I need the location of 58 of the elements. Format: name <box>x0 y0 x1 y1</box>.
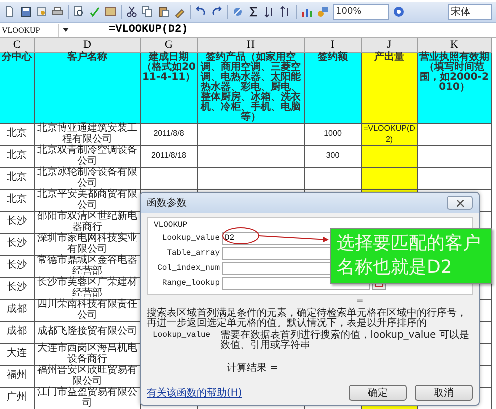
header-cell: 建成日期（格式如2011-4-11） <box>141 53 198 124</box>
header-cell: 分中心 <box>0 53 35 124</box>
header-cell: 签约产品（如家用空调、商用空调、三菱空调、电热水器、太阳能热水器、彩电、厨电、整体厨房、冰箱、洗衣机、冷柜、手机、电脑等） <box>198 53 305 124</box>
header-cell: 产出量 <box>362 53 418 124</box>
table-cell: 2011/8/18 <box>141 146 198 168</box>
table-cell: 深圳市家电网科技实业有限公司 <box>35 234 141 256</box>
table-cell: 长沙 <box>0 256 35 278</box>
ok-button[interactable]: 确定 <box>349 385 407 401</box>
parameter-description: 需要在数据表首列进行搜索的值，lookup_value 可以是数值、引用或字符串 <box>220 331 470 351</box>
parameter-name: Lookup_value <box>153 331 211 340</box>
table-cell: 长沙 <box>0 234 35 256</box>
result-label: 计算结果 = <box>227 362 280 375</box>
equals-sign: = <box>356 297 364 307</box>
function-name: VLOOKUP <box>154 221 189 230</box>
field-label: Lookup_value <box>161 234 220 243</box>
table-cell: 长沙 <box>0 278 35 300</box>
table-cell: 2011/8/8 <box>141 124 198 146</box>
table-cell: 大连市西岗区海昌机电设备商行 <box>35 344 141 366</box>
function-description: 搜索表区域首列满足条件的元素，确定待检索单元格在区域中的行序号，再进一步返回选定单元格的值。默认情况下，表是以升序排序的 <box>147 309 468 329</box>
table-cell: 北京 <box>0 190 35 212</box>
dialog-title: 函数参数 <box>147 196 187 210</box>
field-label: Col_index_num <box>156 264 220 273</box>
header-cell: 签约额 <box>305 53 362 124</box>
table-cell: 长沙 <box>0 212 35 234</box>
table-cell: 福州晋安区欣旺贸易有限公司 <box>35 366 141 388</box>
table-cell: =VLOOKUP(D2) <box>362 124 418 146</box>
table-cell: 江门市益盈贸易有限公司 <box>35 388 141 409</box>
formula-text[interactable]: =VLOOKUP(D2) <box>109 24 188 36</box>
column-header[interactable]: G <box>141 38 198 53</box>
table-cell: 北京双青制冷空调设备公司 <box>35 146 141 168</box>
column-header[interactable]: I <box>305 38 362 53</box>
table-cell: 北京 <box>0 124 35 146</box>
field-label: Table_array <box>166 249 220 258</box>
table-cell: 长沙市芙蓉区广荣建材经营部 <box>35 278 141 300</box>
font-dropdown[interactable]: 宋体 <box>448 4 492 20</box>
header-cell: 营业执照有效期（填写时间范围，如2000-2010） <box>418 53 492 124</box>
table-cell: 成都 <box>0 322 35 344</box>
help-link[interactable]: 有关该函数的帮助(H) <box>147 386 242 400</box>
table-cell: 北京 <box>0 146 35 168</box>
table-cell: 四川荣南科技有限责任公司 <box>35 300 141 322</box>
cancel-button[interactable]: 取消 <box>415 385 473 401</box>
table-cell: 北京博亚通建筑安装工程有限公司 <box>35 124 141 146</box>
table-cell: 300 <box>305 146 362 168</box>
table-cell: 北京冰轮制冷设备有限公司 <box>35 168 141 190</box>
table-cell: 邵阳市双清区世纪新电器商行 <box>35 212 141 234</box>
table-cell: 北京 <box>0 168 35 190</box>
column-header[interactable]: C <box>0 38 35 53</box>
zoom-dropdown[interactable]: 100% <box>333 4 389 20</box>
name-box[interactable]: VLOOKUP <box>0 24 59 36</box>
table-cell: 成都 <box>0 300 35 322</box>
table-cell: 大连 <box>0 344 35 366</box>
table-cell: 福州 <box>0 366 35 388</box>
field-label: Range_lookup <box>161 279 220 288</box>
column-header[interactable]: K <box>418 38 492 53</box>
header-cell: 客户名称 <box>35 53 141 124</box>
table-cell: 常德市鼎城区金谷电器经营部 <box>35 256 141 278</box>
table-cell: 1000 <box>305 124 362 146</box>
column-header[interactable]: J <box>362 38 418 53</box>
